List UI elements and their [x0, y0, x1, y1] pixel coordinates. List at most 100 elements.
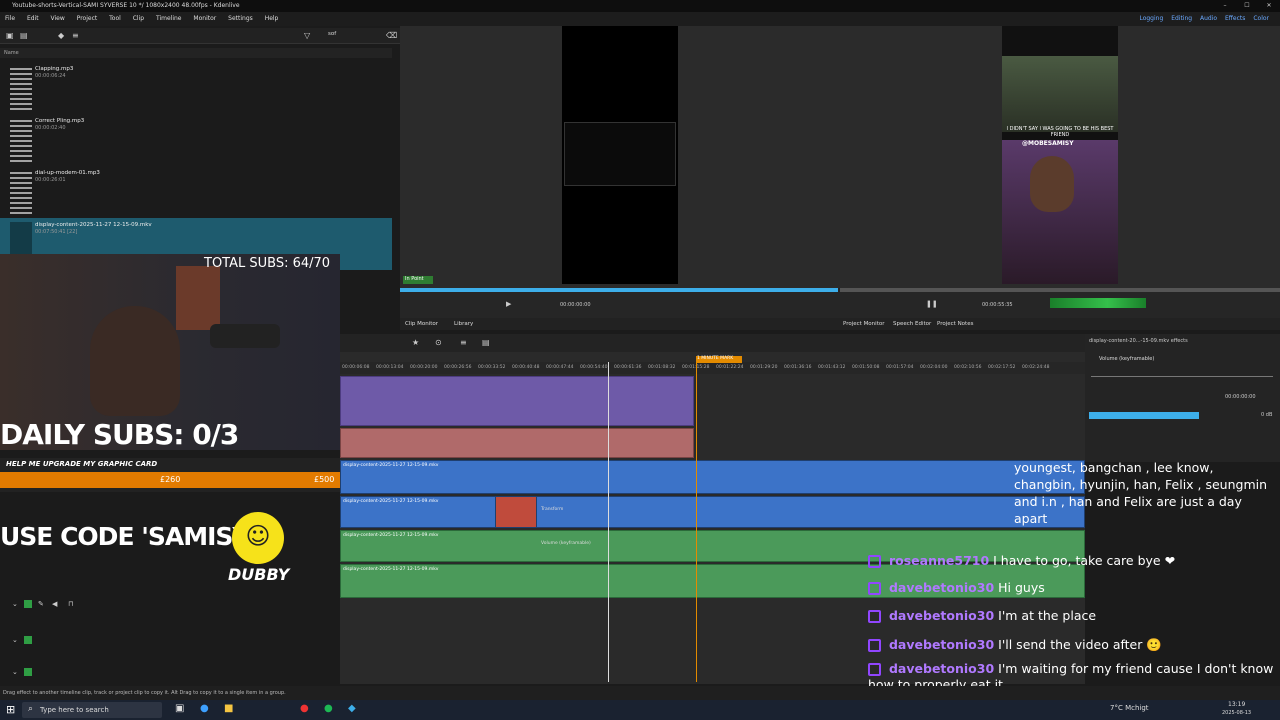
- kdenlive-icon[interactable]: ◆: [348, 703, 356, 714]
- timeline-clip[interactable]: [340, 428, 694, 458]
- bin-clip[interactable]: Correct Pling.mp3 00:00:02:40: [0, 114, 392, 166]
- window-title: Youtube-shorts-Vertical-SAMI SYVERSE 10 …: [12, 2, 240, 9]
- clip-name: Clapping.mp3: [35, 66, 74, 72]
- clip-monitor-canvas[interactable]: [562, 26, 678, 284]
- chat-message: I'm at the place: [998, 608, 1097, 623]
- volume-value[interactable]: 0 dB: [1261, 412, 1272, 418]
- menu-tool[interactable]: Tool: [104, 12, 126, 26]
- minimize-button[interactable]: –: [1214, 0, 1236, 12]
- close-button[interactable]: ✕: [1258, 0, 1280, 12]
- streamer: [90, 306, 180, 416]
- tab-project-monitor[interactable]: Project Monitor: [843, 318, 884, 330]
- start-icon[interactable]: ⊞: [6, 703, 15, 716]
- chrome-icon[interactable]: ●: [300, 703, 309, 714]
- project-monitor-progress[interactable]: [840, 288, 1280, 292]
- track-toggle-icon[interactable]: ⌄: [12, 600, 18, 608]
- view-mode-icon[interactable]: ▤: [20, 31, 28, 40]
- project-timecode[interactable]: 00:00:55:35: [982, 302, 1013, 308]
- layout-audio[interactable]: Audio: [1197, 12, 1220, 26]
- layout-effects[interactable]: Effects: [1222, 12, 1248, 26]
- edge-icon[interactable]: ●: [200, 703, 209, 714]
- tab-clip-monitor[interactable]: Clip Monitor: [405, 318, 438, 330]
- star-icon[interactable]: ★: [412, 338, 419, 347]
- track-toggle-icon[interactable]: ⌄: [12, 668, 18, 676]
- tab-project-notes[interactable]: Project Notes: [937, 318, 973, 330]
- edit-icon[interactable]: ✎: [38, 600, 44, 608]
- layout-color[interactable]: Color: [1250, 12, 1272, 26]
- layout-editing[interactable]: Editing: [1168, 12, 1195, 26]
- task-view-icon[interactable]: ▣: [175, 703, 184, 714]
- ruler-tick: 00:00:47:44: [546, 365, 574, 370]
- grid-icon[interactable]: ▤: [482, 338, 490, 347]
- snap-icon[interactable]: ⊙: [435, 338, 442, 347]
- ruler-tick: 00:00:26:56: [444, 365, 472, 370]
- menu-monitor[interactable]: Monitor: [188, 12, 221, 26]
- play-button[interactable]: ▶: [506, 300, 511, 308]
- volume-slider[interactable]: [1089, 412, 1199, 419]
- menu-file[interactable]: File: [0, 12, 20, 26]
- menu-project[interactable]: Project: [72, 12, 103, 26]
- track-target-icon[interactable]: [24, 668, 32, 676]
- keyframe-line[interactable]: [1091, 376, 1273, 377]
- timeline-clip-selected[interactable]: [495, 496, 537, 528]
- clear-search-icon[interactable]: ⌫: [386, 31, 397, 40]
- clock-time[interactable]: 13:19: [1228, 701, 1245, 708]
- filter-icon[interactable]: ▽: [304, 31, 310, 40]
- menu-edit[interactable]: Edit: [22, 12, 44, 26]
- total-subs-counter: TOTAL SUBS: 64/70: [204, 256, 331, 271]
- pause-button[interactable]: ❚❚: [926, 300, 938, 308]
- project-monitor-canvas[interactable]: I DIDN'T SAY I WAS GOING TO BE HIS BEST …: [1002, 26, 1118, 284]
- bin-toolbar: ▣ ▤ ◆ ≡ ▽ sof ⌫: [0, 28, 400, 44]
- clip-timecode[interactable]: 00:00:00:00: [560, 302, 591, 308]
- clip-monitor-progress[interactable]: [400, 288, 838, 292]
- layout-switcher: Logging Editing Audio Effects Color: [1136, 12, 1272, 26]
- clip-duration: 00:00:26:01: [35, 177, 66, 183]
- layout-logging[interactable]: Logging: [1136, 12, 1166, 26]
- bin-column-header: Name: [0, 48, 392, 58]
- mute-icon[interactable]: ◀: [52, 600, 57, 608]
- ruler-tick: 00:01:29:20: [750, 365, 778, 370]
- ruler-tick: 00:01:50:08: [852, 365, 880, 370]
- clip-duration: 00:07:50:41 [22]: [35, 229, 78, 235]
- taskbar-search-input[interactable]: Type here to search: [22, 702, 162, 718]
- timeline-toolbar: ★ ⊙ ≡ ▤: [340, 334, 1085, 352]
- menu-clip[interactable]: Clip: [128, 12, 149, 26]
- track-target-icon[interactable]: [24, 600, 32, 608]
- spotify-icon[interactable]: ●: [324, 703, 333, 714]
- tag-icon[interactable]: ◆: [58, 31, 64, 40]
- effects-title: display-content-20...-15-09.mkv effects: [1089, 338, 1188, 344]
- bin-clip[interactable]: Clapping.mp3 00:00:06:24: [0, 62, 392, 114]
- menu-settings[interactable]: Settings: [223, 12, 258, 26]
- sponsor-name: DUBBY: [228, 565, 290, 584]
- track-toggle-icon[interactable]: ⌄: [12, 636, 18, 644]
- effect-name[interactable]: Volume (keyframable): [1099, 356, 1154, 362]
- menu-help[interactable]: Help: [260, 12, 284, 26]
- menu-timeline[interactable]: Timeline: [151, 12, 187, 26]
- ruler-tick: 00:02:04:00: [920, 365, 948, 370]
- effect-timecode[interactable]: 00:00:00:00: [1225, 394, 1256, 400]
- timeline-clip[interactable]: [340, 376, 694, 426]
- window-title-bar: Youtube-shorts-Vertical-SAMI SYVERSE 10 …: [0, 0, 1280, 12]
- playhead[interactable]: [608, 362, 609, 682]
- folder-icon[interactable]: ■: [224, 703, 233, 714]
- bin-clip[interactable]: dial-up-modem-01.mp3 00:00:26:01: [0, 166, 392, 218]
- timeline-ruler[interactable]: 00:00:06:08 00:00:13:04 00:00:20:00 00:0…: [340, 362, 1085, 374]
- track-target-icon[interactable]: [24, 636, 32, 644]
- menu-view[interactable]: View: [46, 12, 70, 26]
- lock-icon[interactable]: ⊓: [68, 600, 73, 608]
- new-folder-icon[interactable]: ▣: [6, 31, 14, 40]
- windows-taskbar: ⊞ ▣ ● ■ ● ● ◆ 7°C Mchigt 13:19 2025-08-1…: [0, 700, 1280, 720]
- ruler-tick: 00:00:61:36: [614, 365, 642, 370]
- menu-icon[interactable]: ≡: [460, 338, 467, 347]
- preview-handle: @MOBESAMISY: [1022, 140, 1074, 147]
- bin-search-input[interactable]: sof: [328, 31, 382, 41]
- clock-date[interactable]: 2025-08-13: [1222, 710, 1251, 716]
- menu-icon[interactable]: ≡: [72, 31, 79, 40]
- weather[interactable]: 7°C Mchigt: [1110, 704, 1149, 712]
- tab-library[interactable]: Library: [454, 318, 473, 330]
- maximize-button[interactable]: ☐: [1236, 0, 1258, 12]
- twitch-icon: [868, 555, 881, 568]
- marker-label[interactable]: 1 MINUTE MARK: [696, 356, 742, 363]
- clip-duration: 00:00:06:24: [35, 73, 66, 79]
- tab-speech-editor[interactable]: Speech Editor: [893, 318, 931, 330]
